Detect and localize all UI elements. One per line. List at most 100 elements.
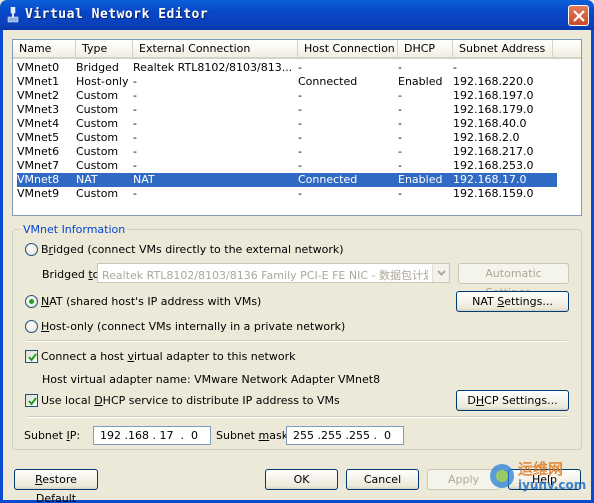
column-header-type[interactable]: Type — [76, 40, 133, 58]
table-row[interactable]: VMnet0 Bridged Realtek RTL8102/8103/813...… — [17, 61, 557, 75]
table-cell: Custom — [76, 131, 119, 144]
nat-settings-button[interactable]: NAT Settings... — [456, 291, 569, 312]
table-cell: - — [398, 187, 402, 200]
table-row[interactable]: VMnet1 Host-only - Connected Enabled 192.168.… — [17, 75, 557, 89]
list-header: Name Type External Connection Host Conne… — [13, 40, 581, 59]
table-cell: Custom — [76, 117, 119, 130]
table-cell: 192.168.197.0 — [453, 89, 534, 102]
dropdown-arrow[interactable] — [432, 264, 449, 282]
table-cell: Connected — [298, 173, 358, 186]
cancel-button[interactable]: Cancel — [346, 469, 419, 490]
table-cell: Custom — [76, 103, 119, 116]
table-cell: 192.168.217.0 — [453, 145, 534, 158]
table-cell: 192.168.220.0 — [453, 75, 534, 88]
checkmark-icon — [28, 397, 37, 406]
connect-adapter-label[interactable]: Connect a host virtual adapter to this n… — [41, 350, 295, 363]
subnet-mask-label: Subnet mask: — [216, 429, 292, 442]
table-cell: - — [298, 103, 302, 116]
table-cell: - — [133, 145, 137, 158]
automatic-settings-button[interactable]: Automatic Settings... — [458, 263, 569, 299]
dhcp-checkbox[interactable] — [25, 394, 38, 407]
dhcp-settings-button[interactable]: DHCP Settings... — [456, 390, 569, 411]
table-cell: VMnet2 — [17, 89, 60, 102]
table-cell: - — [453, 61, 457, 74]
bridged-to-label: Bridged to: — [42, 268, 103, 281]
table-cell: - — [298, 61, 302, 74]
subnet-mask-field[interactable]: 255 .255 .255 . 0 — [286, 426, 404, 445]
table-cell: NAT — [133, 173, 155, 186]
table-row[interactable]: VMnet2 Custom - - - 192.168.197.0 — [17, 89, 557, 103]
table-row[interactable]: VMnet7 Custom - - - 192.168.253.0 — [17, 159, 557, 173]
table-cell: - — [298, 117, 302, 130]
restore-default-button[interactable]: Restore Default — [14, 469, 98, 503]
site-watermark: 运维网 iyunv.com — [488, 458, 588, 498]
table-cell: - — [298, 131, 302, 144]
table-row[interactable]: VMnet8 NAT NAT Connected Enabled 192.168.17.0 — [17, 173, 557, 187]
table-cell: VMnet1 — [17, 75, 60, 88]
table-cell: Bridged — [76, 61, 119, 74]
table-cell: Host-only — [76, 75, 129, 88]
table-cell: 192.168.159.0 — [453, 187, 534, 200]
table-row[interactable]: VMnet5 Custom - - - 192.168.2.0 — [17, 131, 557, 145]
table-cell: Custom — [76, 187, 119, 200]
table-cell: - — [398, 159, 402, 172]
table-cell: Realtek RTL8102/8103/813... — [133, 61, 293, 74]
column-header-host[interactable]: Host Connection — [298, 40, 398, 58]
table-cell: - — [398, 131, 402, 144]
table-cell: 192.168.179.0 — [453, 103, 534, 116]
table-cell: - — [133, 131, 137, 144]
host-only-label[interactable]: Host-only (connect VMs internally in a p… — [41, 320, 345, 333]
table-cell: VMnet3 — [17, 103, 60, 116]
table-cell: - — [298, 159, 302, 172]
watermark-logo-icon — [490, 464, 514, 488]
table-cell: Custom — [76, 159, 119, 172]
table-row[interactable]: VMnet6 Custom - - - 192.168.217.0 — [17, 145, 557, 159]
bridged-to-value: Realtek RTL8102/8103/8136 Family PCI-E F… — [102, 269, 428, 282]
bridged-to-dropdown[interactable]: Realtek RTL8102/8103/8136 Family PCI-E F… — [97, 263, 450, 283]
nat-label[interactable]: NAT (shared host's IP address with VMs) — [41, 295, 261, 308]
table-cell: VMnet5 — [17, 131, 60, 144]
ok-button[interactable]: OK — [265, 469, 338, 490]
table-cell: - — [398, 145, 402, 158]
chevron-down-icon — [437, 270, 446, 276]
table-cell: Custom — [76, 89, 119, 102]
table-cell: - — [398, 117, 402, 130]
table-row[interactable]: VMnet4 Custom - - - 192.168.40.0 — [17, 117, 557, 131]
subnet-ip-label: Subnet IP: — [24, 429, 81, 442]
table-cell: - — [298, 89, 302, 102]
close-button[interactable] — [568, 5, 589, 26]
column-header-external[interactable]: External Connection — [133, 40, 298, 58]
network-list[interactable]: Name Type External Connection Host Conne… — [12, 39, 582, 216]
table-cell: Connected — [298, 75, 358, 88]
column-header-dhcp[interactable]: DHCP — [398, 40, 453, 58]
connect-adapter-checkbox[interactable] — [25, 350, 38, 363]
table-cell: - — [298, 187, 302, 200]
table-cell: - — [133, 103, 137, 116]
group-legend: VMnet Information — [21, 223, 128, 236]
table-cell: VMnet7 — [17, 159, 60, 172]
table-cell: - — [133, 159, 137, 172]
adapter-name-text: Host virtual adapter name: VMware Networ… — [42, 373, 381, 386]
table-row[interactable]: VMnet3 Custom - - - 192.168.179.0 — [17, 103, 557, 117]
table-cell: - — [398, 61, 402, 74]
column-header-name[interactable]: Name — [13, 40, 76, 58]
table-cell: - — [133, 187, 137, 200]
dhcp-label[interactable]: Use local DHCP service to distribute IP … — [41, 394, 340, 407]
bridged-label[interactable]: Bridged (connect VMs directly to the ext… — [41, 243, 344, 256]
network-app-icon — [7, 7, 19, 23]
bridged-radio[interactable] — [25, 243, 38, 256]
table-cell: VMnet0 — [17, 61, 60, 74]
table-cell: - — [133, 89, 137, 102]
column-header-subnet[interactable]: Subnet Address — [453, 40, 553, 58]
title-bar: Virtual Network Editor — [0, 0, 594, 30]
host-only-radio[interactable] — [25, 320, 38, 333]
table-cell: - — [298, 145, 302, 158]
window-title: Virtual Network Editor — [25, 7, 209, 22]
subnet-ip-field[interactable]: 192 .168 . 17 . 0 — [93, 426, 211, 445]
close-icon — [573, 10, 585, 22]
table-cell: VMnet4 — [17, 117, 60, 130]
table-row[interactable]: VMnet9 Custom - - - 192.168.159.0 — [17, 187, 557, 201]
nat-radio[interactable] — [25, 295, 38, 308]
table-cell: Enabled — [398, 173, 443, 186]
table-cell: 192.168.2.0 — [453, 131, 520, 144]
